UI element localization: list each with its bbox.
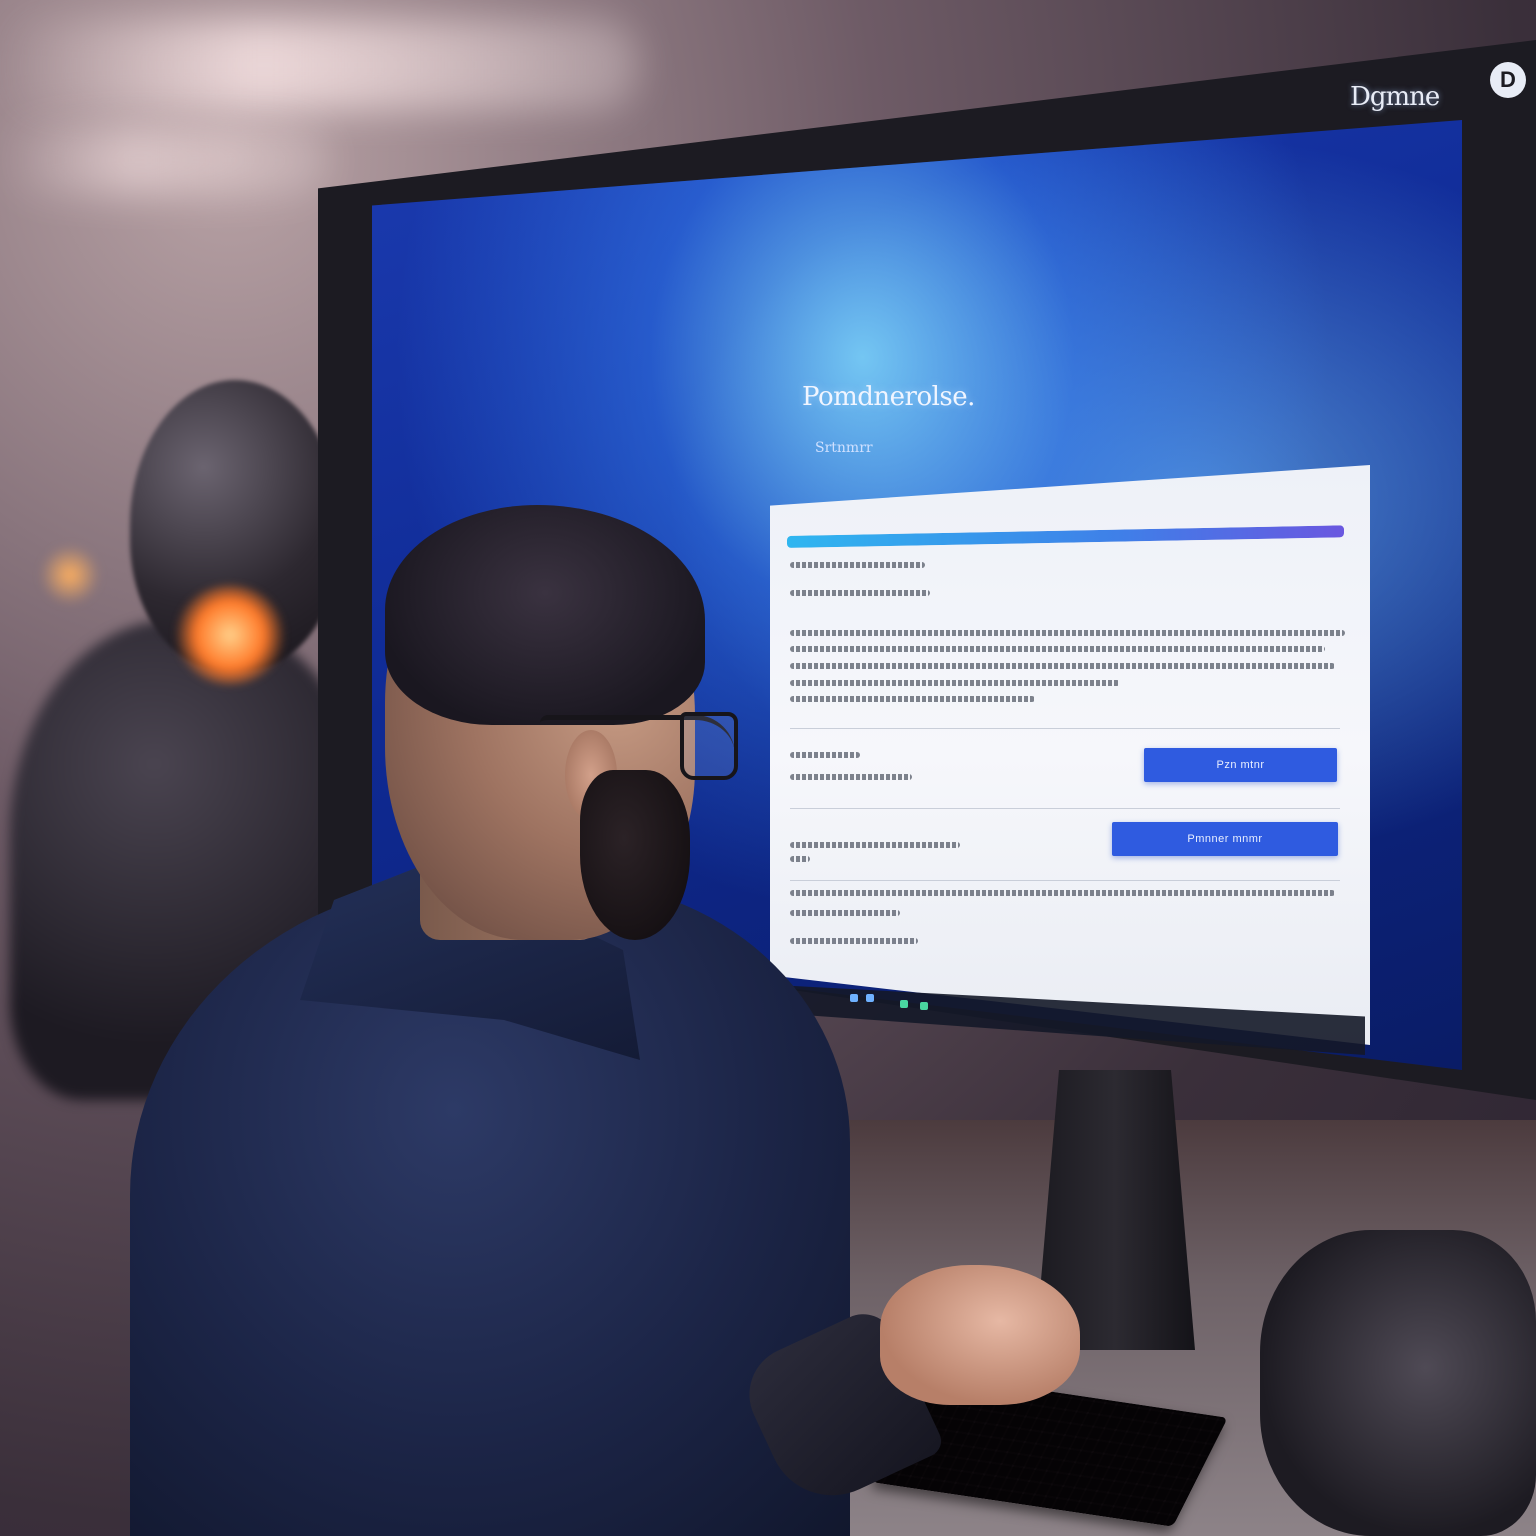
ceiling-light-secondary [0, 125, 330, 195]
field-value-illegible [790, 856, 810, 862]
footer-text-line [790, 890, 1335, 896]
brand-logo-icon: D [1490, 62, 1526, 98]
robot-glow [175, 585, 285, 685]
paragraph-line [790, 630, 1345, 636]
monitor-brand-text: Dgmne [1350, 82, 1440, 112]
paragraph-line [790, 696, 1035, 702]
taskbar-app-icon[interactable] [900, 1000, 908, 1008]
ceiling-light [0, 20, 640, 110]
bokeh-light [40, 545, 100, 605]
taskbar-app-icon[interactable] [920, 1002, 928, 1010]
paragraph-line [790, 646, 1325, 652]
divider [790, 880, 1340, 881]
glasses-lens [680, 712, 738, 780]
field-value-illegible [790, 774, 912, 780]
text-line-illegible [790, 590, 930, 596]
screen-title: Pomdnerolse. [802, 382, 975, 412]
text-line-illegible [790, 562, 925, 568]
primary-action-button[interactable]: Pzn mtnr [1144, 748, 1337, 782]
secondary-action-button[interactable]: Pmnner mnmr [1112, 822, 1338, 856]
desk-gadget [1260, 1230, 1536, 1536]
taskbar-app-icon[interactable] [850, 994, 858, 1002]
footer-text-line [790, 910, 900, 916]
footer-text-line [790, 938, 918, 944]
person-hand [880, 1265, 1080, 1405]
divider [790, 808, 1340, 809]
paragraph-line [790, 680, 1120, 686]
screen-subtitle: Srtnmrr [815, 440, 873, 456]
field-label-illegible [790, 842, 960, 848]
paragraph-line [790, 663, 1335, 669]
divider [790, 728, 1340, 729]
person-beard [580, 770, 690, 940]
taskbar-app-icon[interactable] [866, 994, 874, 1002]
field-label-illegible [790, 752, 860, 758]
